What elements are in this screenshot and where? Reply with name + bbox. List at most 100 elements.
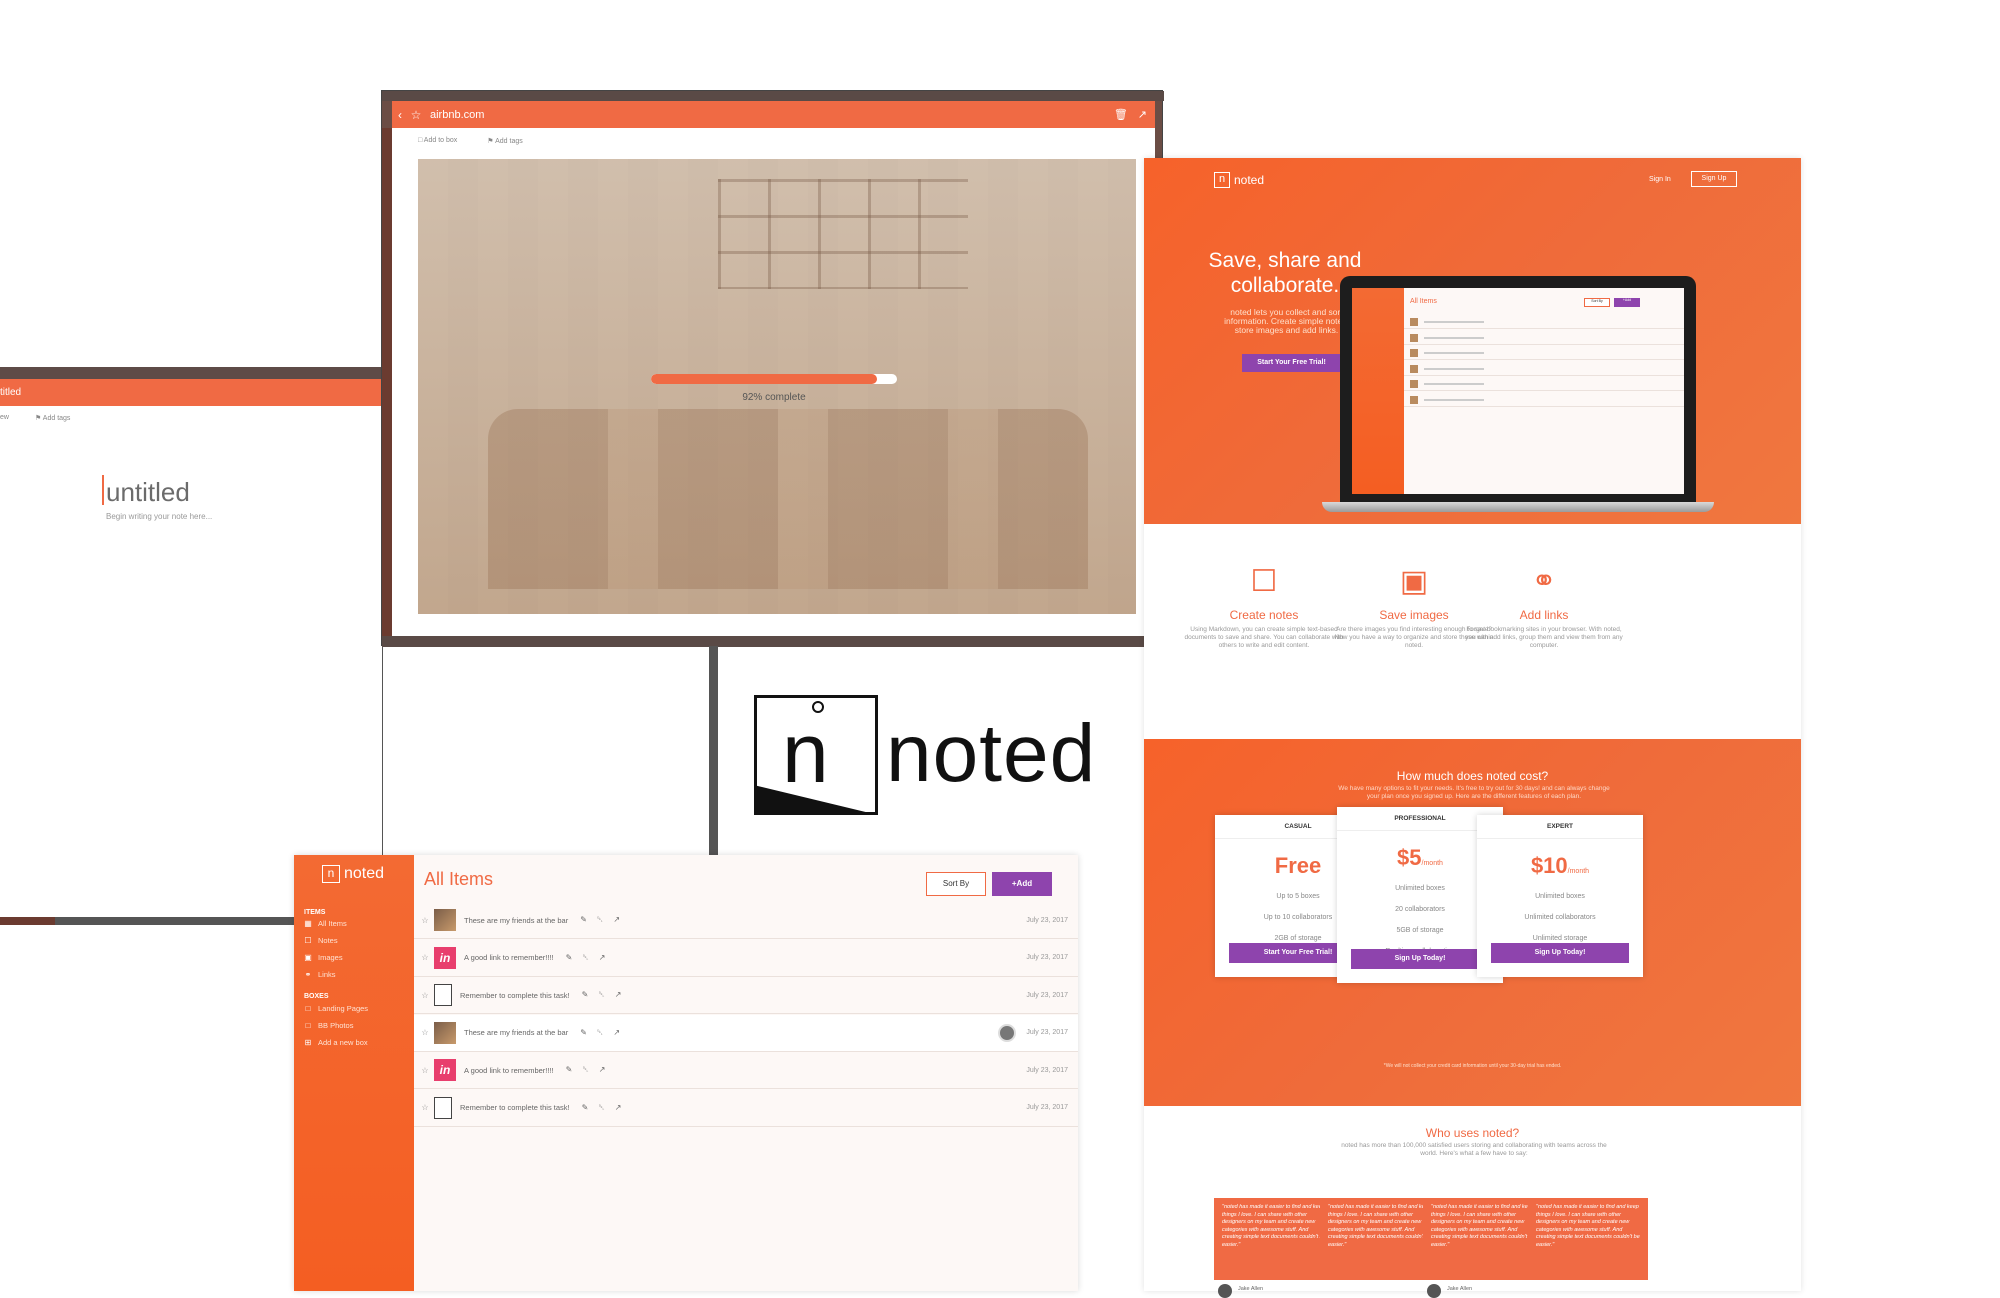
add-tags-button[interactable]: ⚑ Add tags bbox=[487, 137, 522, 145]
add-to-box-button[interactable]: □ Add to box bbox=[418, 137, 457, 144]
star-icon[interactable]: ☆ bbox=[418, 953, 432, 962]
feature-desc: Using Markdown, you can create simple te… bbox=[1184, 626, 1344, 649]
row-title[interactable]: A good link to remember!!!! bbox=[464, 953, 554, 962]
plan-signup-button[interactable]: Sign Up Today! bbox=[1351, 949, 1489, 969]
table-row[interactable]: ☆ Remember to complete this task! ✎ ␡ ↗ July … bbox=[414, 977, 1078, 1014]
laptop-row-thumb bbox=[1410, 364, 1418, 373]
edit-icon[interactable]: ✎ bbox=[580, 915, 587, 925]
sidebar-box-landing-pages[interactable]: □ Landing Pages bbox=[304, 1004, 368, 1013]
app-brand[interactable]: n noted bbox=[322, 865, 384, 883]
sidebar-item-label: Images bbox=[318, 953, 343, 962]
sidebar-box-add-a-new-box[interactable]: ⊞ Add a new box bbox=[304, 1038, 368, 1047]
testimonial-quote: "noted has made it easier to find and ke… bbox=[1528, 1198, 1648, 1280]
edit-icon[interactable]: ✎ bbox=[566, 1065, 573, 1075]
laptop-row-thumb bbox=[1410, 318, 1418, 326]
row-title[interactable]: Remember to complete this task! bbox=[460, 1103, 570, 1112]
trash-icon[interactable]: ␡ bbox=[598, 990, 604, 1000]
star-icon[interactable]: ☆ bbox=[418, 1103, 432, 1112]
trash-icon[interactable]: 🗑 bbox=[1114, 108, 1128, 121]
share-icon[interactable]: ↗ bbox=[1138, 108, 1147, 121]
note-body-placeholder[interactable]: Begin writing your note here... bbox=[106, 512, 212, 521]
star-icon[interactable]: ☆ bbox=[418, 1066, 432, 1075]
laptop-screen: All Items Sort By +Add bbox=[1352, 288, 1684, 494]
brand-mark-icon: n bbox=[322, 865, 340, 883]
plan-signup-button[interactable]: Sign Up Today! bbox=[1491, 943, 1629, 963]
row-title[interactable]: These are my friends at the bar bbox=[464, 916, 568, 925]
share-icon[interactable]: ↗ bbox=[599, 1065, 606, 1075]
sidebar-box-bb-photos[interactable]: □ BB Photos bbox=[304, 1021, 354, 1030]
upload-progress-label: 92% complete bbox=[742, 392, 806, 403]
document-icon: ☐ bbox=[1250, 565, 1278, 598]
bar-photo: 92% complete bbox=[418, 159, 1136, 614]
link-icon: ⚭ bbox=[304, 970, 312, 979]
testimonial-quote: "noted has made it easier to find and ke… bbox=[1423, 1198, 1543, 1280]
sort-by-button[interactable]: Sort By bbox=[926, 872, 986, 896]
plan-card-expert: EXPERT $10/month Unlimited boxes Unlimited … bbox=[1477, 815, 1643, 977]
row-title[interactable]: These are my friends at the bar bbox=[464, 1028, 568, 1037]
browser-left-edge bbox=[382, 128, 392, 647]
sidebar-item-label: Notes bbox=[318, 936, 338, 945]
plan-feature: Unlimited boxes bbox=[1535, 893, 1585, 900]
browser-urlbar: ‹ ☆ airbnb.com 🗑 ↗ bbox=[392, 101, 1155, 128]
trash-icon[interactable]: ␡ bbox=[597, 1028, 603, 1038]
trash-icon[interactable]: ␡ bbox=[582, 953, 588, 963]
share-icon[interactable]: ↗ bbox=[615, 1103, 622, 1113]
laptop-row-line bbox=[1424, 398, 1484, 401]
laptop-row bbox=[1404, 361, 1684, 376]
box-icon: □ bbox=[305, 1021, 311, 1030]
browser-window: ‹ ☆ airbnb.com 🗑 ↗ □ Add to box ⚑ Add ta… bbox=[381, 90, 1164, 647]
share-icon[interactable]: ↗ bbox=[599, 953, 606, 963]
row-title[interactable]: Remember to complete this task! bbox=[460, 991, 570, 1000]
star-icon[interactable]: ☆ bbox=[418, 1028, 432, 1037]
table-row[interactable]: ☆ in A good link to remember!!!! ✎ ␡ ↗ July 23… bbox=[414, 940, 1078, 977]
photo-thumbnail-icon bbox=[434, 909, 456, 931]
trash-icon[interactable]: ␡ bbox=[597, 915, 603, 925]
share-icon[interactable]: ↗ bbox=[613, 915, 620, 925]
note-title-input[interactable]: untitled bbox=[106, 477, 190, 508]
grid-icon: ▦ bbox=[304, 919, 312, 928]
add-button[interactable]: +Add bbox=[992, 872, 1052, 896]
table-row[interactable]: ☆ These are my friends at the bar ✎ ␡ ↗ July … bbox=[414, 1014, 1078, 1052]
testimonials-title: Who uses noted? bbox=[1425, 1126, 1520, 1140]
star-icon[interactable]: ☆ bbox=[418, 991, 432, 1000]
edit-icon[interactable]: ✎ bbox=[582, 990, 589, 1000]
trash-icon[interactable]: ␡ bbox=[582, 1065, 588, 1075]
sign-in-link[interactable]: Sign In bbox=[1649, 176, 1671, 183]
document-icon: ☐ bbox=[304, 936, 312, 945]
editor-add-tags[interactable]: ⚑ Add tags bbox=[35, 414, 70, 422]
feature-name: Create notes bbox=[1229, 608, 1299, 622]
sidebar-item-label: All Items bbox=[318, 919, 347, 928]
laptop-row-line bbox=[1424, 321, 1484, 323]
editor-toolbar-view[interactable]: ew bbox=[0, 414, 9, 421]
sign-up-button[interactable]: Sign Up bbox=[1691, 171, 1737, 187]
table-row[interactable]: ☆ These are my friends at the bar ✎ ␡ ↗ July … bbox=[414, 902, 1078, 939]
table-row[interactable]: ☆ in A good link to remember!!!! ✎ ␡ ↗ July 23… bbox=[414, 1052, 1078, 1089]
edit-icon[interactable]: ✎ bbox=[566, 953, 573, 963]
sidebar-item-all-items[interactable]: ▦ All Items bbox=[304, 919, 347, 928]
sidebar-item-notes[interactable]: ☐ Notes bbox=[304, 936, 338, 945]
add-tags-label: Add tags bbox=[495, 137, 523, 145]
laptop-row bbox=[1404, 330, 1684, 345]
feature-create-notes: ☐ Create notes Using Markdown, you can cre… bbox=[1184, 564, 1344, 650]
share-icon[interactable]: ↗ bbox=[615, 990, 622, 1000]
share-icon[interactable]: ↗ bbox=[613, 1028, 620, 1038]
sidebar-item-links[interactable]: ⚭ Links bbox=[304, 970, 336, 979]
back-icon[interactable]: ‹ bbox=[392, 108, 408, 122]
laptop-title: All Items bbox=[1410, 298, 1437, 305]
star-icon[interactable]: ☆ bbox=[408, 108, 424, 122]
hero-cta-button[interactable]: Start Your Free Trial! bbox=[1242, 354, 1341, 372]
row-title[interactable]: A good link to remember!!!! bbox=[464, 1066, 554, 1075]
plan-feature: Unlimited collaborators bbox=[1524, 914, 1596, 921]
sidebar-item-images[interactable]: ▣ Images bbox=[304, 953, 343, 962]
trash-icon[interactable]: ␡ bbox=[598, 1103, 604, 1113]
url-text[interactable]: airbnb.com bbox=[430, 109, 484, 121]
edit-icon[interactable]: ✎ bbox=[582, 1103, 589, 1113]
table-row[interactable]: ☆ Remember to complete this task! ✎ ␡ ↗ July … bbox=[414, 1090, 1078, 1127]
laptop-row-thumb bbox=[1410, 380, 1418, 388]
plan-price-value: Free bbox=[1274, 853, 1322, 878]
edit-icon[interactable]: ✎ bbox=[580, 1028, 587, 1038]
laptop-row bbox=[1404, 345, 1684, 360]
page-title: All Items bbox=[424, 869, 494, 889]
landing-logo[interactable]: n noted bbox=[1214, 172, 1264, 188]
star-icon[interactable]: ☆ bbox=[418, 916, 432, 925]
